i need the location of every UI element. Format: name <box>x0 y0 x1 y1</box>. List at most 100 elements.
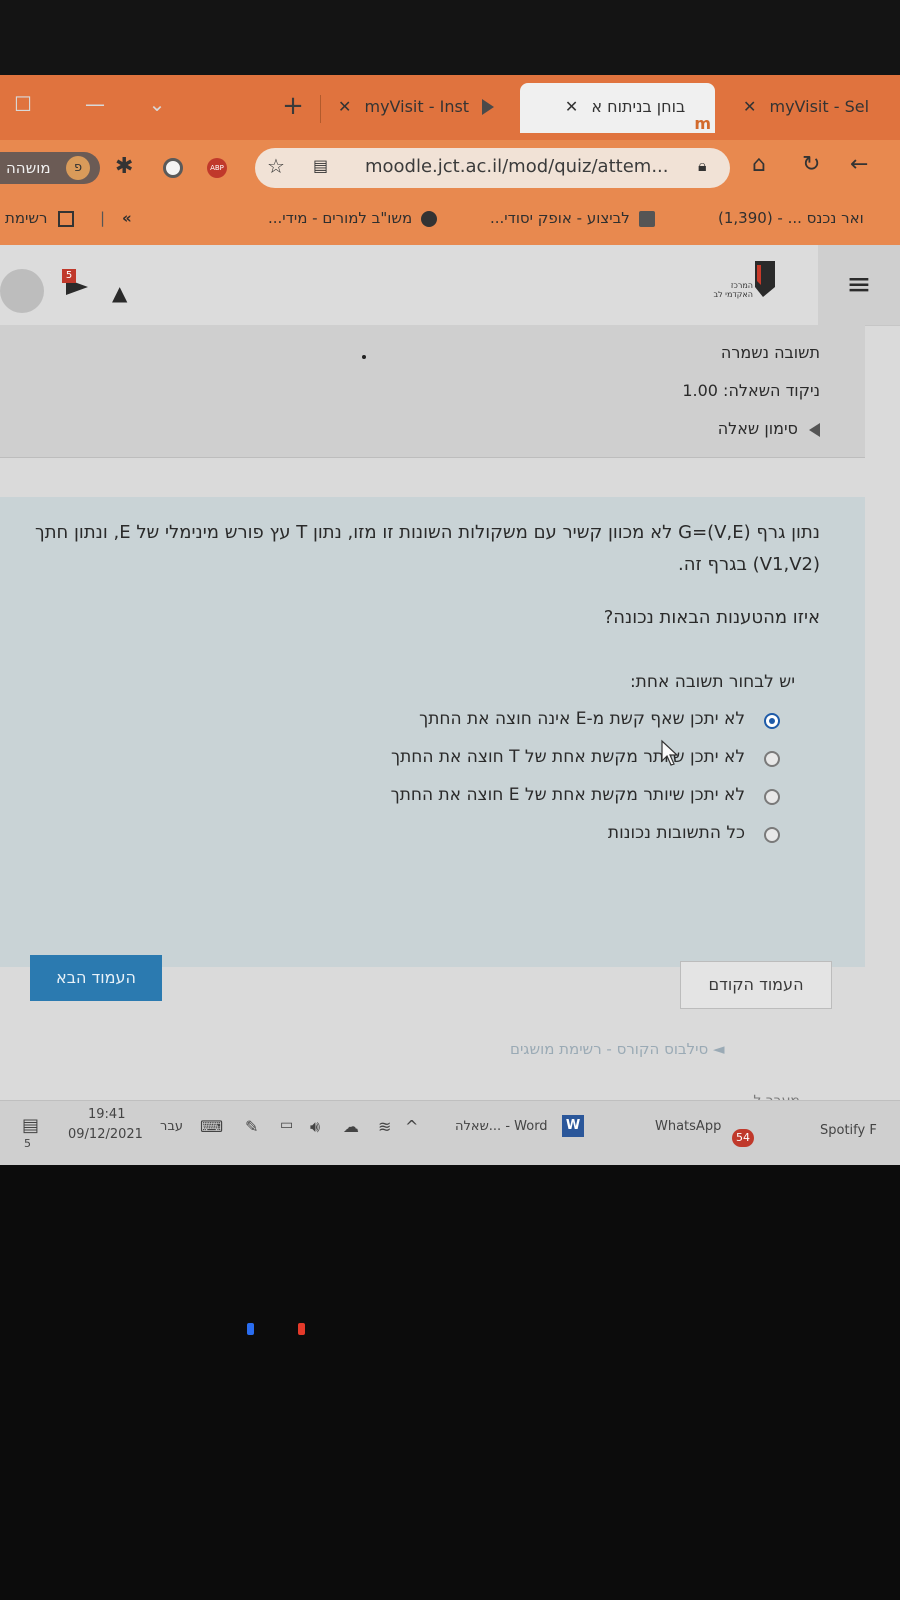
clock-date[interactable]: 09/12/2021 <box>68 1127 143 1142</box>
answer-option[interactable]: לא יתכן שיותר מקשת אחת של E חוצה את החתך <box>0 783 865 813</box>
battery-icon[interactable]: ▭ <box>280 1117 293 1133</box>
flag-icon <box>809 422 820 437</box>
site-logo[interactable]: המרכז האקדמי לב <box>705 257 795 313</box>
tab-label: בוחן בניתוח א <box>591 97 686 116</box>
next-page-button[interactable]: העמוד הבא <box>30 955 162 1001</box>
bookmark-label: משו"ב למורים - מידי... <box>268 209 413 227</box>
lock-icon: 🔒︎ <box>698 156 707 175</box>
play-icon <box>482 99 494 115</box>
url-text[interactable]: moodle.jct.ac.il/mod/quiz/attem... <box>365 156 668 177</box>
new-tab-button[interactable]: + <box>278 91 308 121</box>
profile-avatar: פ <box>66 156 90 180</box>
moodle-favicon-icon: m <box>694 113 711 133</box>
hidden-icons-chevron-icon[interactable]: ^ <box>405 1117 418 1136</box>
answer-status: תשובה נשמרה <box>720 343 820 362</box>
monitor-blue-led <box>247 1323 254 1335</box>
notification-badge: 5 <box>62 269 76 283</box>
syllabus-link[interactable]: ◄ סילבוס הקורס - רשימת מושגים <box>510 1040 725 1058</box>
question-points: ניקוד השאלה: 1.00 <box>682 381 820 400</box>
bookmark-mashov[interactable]: משו"ב למורים - מידי... <box>268 209 437 227</box>
bookmarks-bar: רשימת | « משו"ב למורים - מידי... לביצוע … <box>0 195 900 246</box>
user-avatar[interactable] <box>0 269 44 313</box>
bookmark-ofek[interactable]: לביצוע - אופק יסודי... <box>490 209 655 227</box>
radio-unselected[interactable] <box>764 827 780 843</box>
cloud-icon[interactable]: ☁︎ <box>343 1117 359 1136</box>
menu-hamburger-icon[interactable]: ≡ <box>818 245 900 325</box>
answer-option-label[interactable]: כל התשובות נכונות <box>608 823 745 843</box>
question-info-panel: תשובה נשמרה ניקוד השאלה: 1.00 סימון שאלה <box>0 325 865 458</box>
reading-list-icon <box>58 210 75 227</box>
flag-label: סימון שאלה <box>717 419 798 438</box>
site-header: 5 ▲ המרכז האקדמי לב ≡ <box>0 245 900 326</box>
window-close-icon[interactable]: ☐ <box>8 89 38 119</box>
tab-label: myVisit - Inst <box>364 97 470 116</box>
bookmarks-more-button[interactable]: « <box>122 209 132 227</box>
reader-mode-icon[interactable]: ▤ <box>313 156 328 175</box>
os-taskbar: ▤ 5 19:41 09/12/2021 עבר ⌨ ✎ ▭ 🔊︎ ☁︎ ≋ ^… <box>0 1100 900 1165</box>
word-app-icon[interactable]: W <box>562 1115 584 1137</box>
browser-tab-strip: ☐ — ⌄ + ✕ myVisit - Inst m בוחן בניתוח א… <box>0 75 900 140</box>
action-center-icon[interactable]: ▤ <box>22 1115 39 1136</box>
browser-toolbar: מושהה פ ✱ ABP ☆ ▤ moodle.jct.ac.il/mod/q… <box>0 140 900 195</box>
bookmarks-divider: | <box>100 209 106 227</box>
previous-page-button[interactable]: העמוד הקודם <box>680 961 832 1009</box>
bookmark-label: לביצוע - אופק יסודי... <box>490 209 630 227</box>
tab-myvisit-sel[interactable]: ✕ myVisit - Sel <box>735 83 900 133</box>
bookmark-favicon-icon <box>638 210 655 227</box>
question-ask: איזו מהטענות הבאות נכונה? <box>603 607 820 628</box>
taskbar-whatsapp[interactable]: WhatsApp <box>655 1119 721 1134</box>
radio-unselected[interactable] <box>764 789 780 805</box>
wifi-icon[interactable]: ≋ <box>378 1117 391 1136</box>
reading-list-label: רשימת <box>5 209 48 227</box>
answer-option[interactable]: לא יתכן שיותר מקשת אחת של T חוצה את החתך <box>0 739 865 775</box>
tab-quiz-active[interactable]: m בוחן בניתוח א ✕ <box>520 83 715 133</box>
select-prompt: יש לבחור תשובה אחת: <box>629 672 795 692</box>
radio-selected[interactable] <box>764 713 780 729</box>
status-dot <box>362 355 366 359</box>
answer-option-label[interactable]: לא יתכן שאף קשת מ-E אינה חוצה את החתך <box>419 709 745 729</box>
reload-icon[interactable]: ↻ <box>802 152 820 177</box>
question-content: נתון גרף G=(V,E) לא מכוון קשיר עם משקולו… <box>0 497 865 967</box>
pen-icon[interactable]: ✎ <box>245 1117 258 1136</box>
logo-text: המרכז האקדמי לב <box>713 281 753 299</box>
language-indicator[interactable]: עבר <box>160 1119 183 1134</box>
clock-time[interactable]: 19:41 <box>88 1107 125 1122</box>
answer-option[interactable]: כל התשובות נכונות <box>0 821 865 851</box>
flag-question-link[interactable]: סימון שאלה <box>718 419 820 438</box>
whatsapp-badge: 54 <box>732 1129 754 1147</box>
tab-close-icon[interactable]: ✕ <box>338 97 351 116</box>
keyboard-icon[interactable]: ⌨ <box>200 1117 223 1136</box>
bookmark-star-icon[interactable]: ☆ <box>267 154 285 178</box>
profile-label: מושהה <box>6 159 51 177</box>
tab-close-icon[interactable]: ✕ <box>743 97 756 116</box>
answer-option-label[interactable]: לא יתכן שיותר מקשת אחת של T חוצה את החתך <box>391 747 745 767</box>
bookmark-favicon-icon <box>420 210 437 227</box>
window-minimize-icon[interactable]: — <box>80 89 110 119</box>
taskbar-word[interactable]: שאלה... - Word <box>455 1119 548 1134</box>
action-center-count: 5 <box>24 1137 31 1150</box>
extension-circle-icon[interactable] <box>163 158 183 178</box>
tab-search-chevron-icon[interactable]: ⌄ <box>142 89 172 119</box>
reading-list-button[interactable]: רשימת <box>5 209 75 227</box>
screen: ☐ — ⌄ + ✕ myVisit - Inst m בוחן בניתוח א… <box>0 75 900 1165</box>
home-icon[interactable]: ⌂ <box>752 152 766 177</box>
volume-icon[interactable]: 🔊︎ <box>310 1117 320 1137</box>
tab-close-icon[interactable]: ✕ <box>565 97 578 116</box>
tab-myvisit-inst[interactable]: ✕ myVisit - Inst <box>330 83 500 133</box>
adblock-icon[interactable]: ABP <box>207 158 227 178</box>
answer-option[interactable]: לא יתכן שאף קשת מ-E אינה חוצה את החתך <box>0 707 865 737</box>
profile-button[interactable]: מושהה פ <box>0 152 100 184</box>
tab-separator <box>320 95 321 123</box>
taskbar-spotify[interactable]: Spotify F <box>820 1123 877 1138</box>
bookmark-mail[interactable]: ואר נכנס ... - (1,390) <box>718 209 864 227</box>
back-arrow-icon[interactable]: ← <box>850 152 868 177</box>
address-bar[interactable]: ☆ ▤ moodle.jct.ac.il/mod/quiz/attem... 🔒… <box>255 148 730 188</box>
tab-label: myVisit - Sel <box>769 97 870 116</box>
answer-option-label[interactable]: לא יתכן שיותר מקשת אחת של E חוצה את החתך <box>391 785 745 805</box>
bell-icon[interactable]: ▲ <box>112 281 127 305</box>
radio-unselected[interactable] <box>764 751 780 767</box>
monitor-bezel-top <box>0 0 900 75</box>
mouse-cursor-icon <box>660 739 680 771</box>
question-text: נתון גרף G=(V,E) לא מכוון קשיר עם משקולו… <box>35 522 820 575</box>
extensions-puzzle-icon[interactable]: ✱ <box>115 154 133 179</box>
